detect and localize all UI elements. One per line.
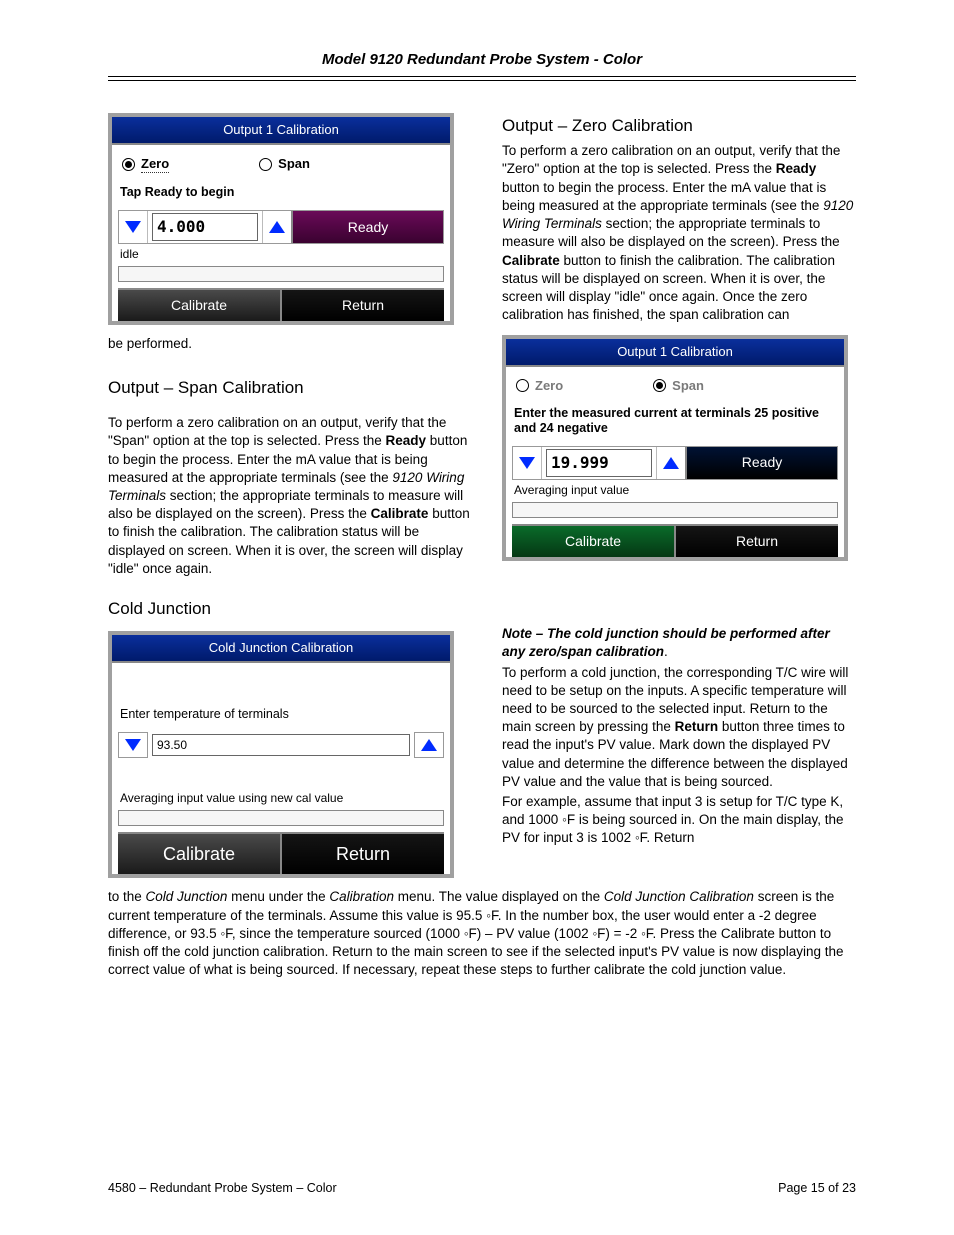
increment-button[interactable] <box>262 211 291 243</box>
footer-right: Page 15 of 23 <box>778 1180 856 1197</box>
panel-title: Output 1 Calibration <box>112 117 450 145</box>
increment-button[interactable] <box>656 447 685 479</box>
footer-left: 4580 – Redundant Probe System – Color <box>108 1180 337 1197</box>
calibrate-button[interactable]: Calibrate <box>118 290 280 321</box>
status-text: Averaging input value using new cal valu… <box>118 788 444 806</box>
body-text: to the Cold Junction menu under the Cali… <box>108 888 856 979</box>
ready-button[interactable]: Ready <box>685 447 837 479</box>
status-text: Averaging input value <box>512 480 838 498</box>
page-header-title: Model 9120 Redundant Probe System - Colo… <box>108 50 856 70</box>
body-text: be performed. <box>108 335 478 353</box>
radio-icon <box>516 379 529 392</box>
up-arrow-icon <box>269 221 285 233</box>
instruction-text: Tap Ready to begin <box>118 185 444 210</box>
radio-zero-label: Zero <box>535 377 563 395</box>
instruction-text: Enter temperature of terminals <box>118 707 444 732</box>
return-button[interactable]: Return <box>674 526 838 557</box>
return-button[interactable]: Return <box>280 290 444 321</box>
radio-span-label: Span <box>672 377 704 395</box>
radio-zero[interactable]: Zero <box>122 155 169 174</box>
value-input[interactable]: 19.999 <box>546 449 652 477</box>
value-input[interactable]: 4.000 <box>152 213 258 241</box>
progress-bar <box>118 266 444 282</box>
radio-icon <box>259 158 272 171</box>
value-input[interactable]: 93.50 <box>152 734 410 756</box>
down-arrow-icon <box>519 457 535 469</box>
panel-title: Cold Junction Calibration <box>112 635 450 663</box>
decrement-button[interactable] <box>513 447 542 479</box>
decrement-button[interactable] <box>118 732 148 758</box>
note-text: Note – The cold junction should be perfo… <box>502 625 856 661</box>
down-arrow-icon <box>125 739 141 751</box>
progress-bar <box>118 810 444 826</box>
radio-span-label: Span <box>278 155 310 173</box>
decrement-button[interactable] <box>119 211 148 243</box>
instruction-text: Enter the measured current at terminals … <box>512 406 838 446</box>
calibrate-button[interactable]: Calibrate <box>118 834 280 874</box>
increment-button[interactable] <box>414 732 444 758</box>
body-text: To perform a zero calibration on an outp… <box>108 414 478 578</box>
ready-button[interactable]: Ready <box>291 211 443 243</box>
calibrate-button[interactable]: Calibrate <box>512 526 674 557</box>
panel-title: Output 1 Calibration <box>506 339 844 367</box>
radio-zero-label: Zero <box>141 155 169 174</box>
heading-zero-calibration: Output – Zero Calibration <box>502 115 856 138</box>
radio-zero[interactable]: Zero <box>516 377 563 395</box>
radio-span[interactable]: Span <box>259 155 310 174</box>
return-button[interactable]: Return <box>280 834 444 874</box>
body-text: To perform a zero calibration on an outp… <box>502 142 856 324</box>
down-arrow-icon <box>125 221 141 233</box>
heading-span-calibration: Output – Span Calibration <box>108 377 478 400</box>
body-text: For example, assume that input 3 is setu… <box>502 793 856 848</box>
up-arrow-icon <box>421 739 437 751</box>
up-arrow-icon <box>663 457 679 469</box>
progress-bar <box>512 502 838 518</box>
radio-icon <box>122 158 135 171</box>
header-rule <box>108 76 856 81</box>
output1-calibration-panel-span: Output 1 Calibration Zero Span Enter the… <box>502 335 848 561</box>
status-text: idle <box>118 244 444 262</box>
body-text: To perform a cold junction, the correspo… <box>502 664 856 792</box>
radio-icon <box>653 379 666 392</box>
heading-cold-junction: Cold Junction <box>108 598 856 621</box>
output1-calibration-panel-zero: Output 1 Calibration Zero Span Tap Ready… <box>108 113 454 325</box>
radio-span[interactable]: Span <box>653 377 704 395</box>
cold-junction-panel: Cold Junction Calibration Enter temperat… <box>108 631 454 878</box>
